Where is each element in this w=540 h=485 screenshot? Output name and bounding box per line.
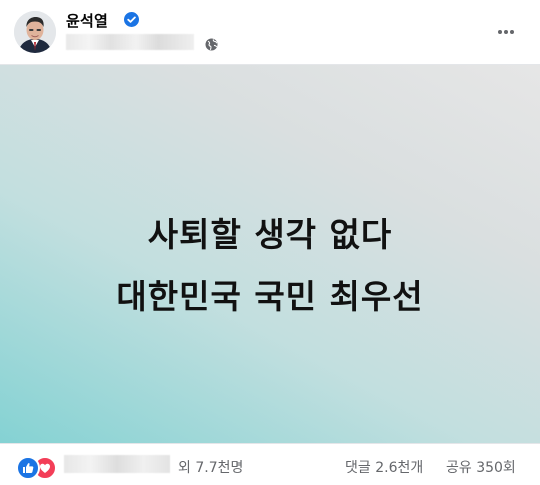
globe-icon[interactable]: [205, 36, 218, 51]
author-avatar[interactable]: [14, 11, 56, 53]
post-header: 윤석열: [0, 0, 540, 64]
more-options-icon[interactable]: [490, 18, 522, 46]
post-timestamp-redacted: [66, 34, 194, 50]
avatar-portrait: [14, 11, 56, 53]
reaction-count[interactable]: 외 7.7천명: [178, 457, 243, 477]
share-count[interactable]: 공유 350회: [446, 457, 516, 477]
like-icon[interactable]: [16, 456, 40, 480]
facebook-post: 윤석열 사퇴할 생각 없다 대한민국 국민 최우선 외 7.7천명 댓글 2.6…: [0, 0, 540, 485]
reactor-names-redacted: [64, 455, 170, 473]
headline-line-2: 대한민국 국민 최우선: [116, 277, 424, 316]
post-image[interactable]: 사퇴할 생각 없다 대한민국 국민 최우선: [0, 64, 540, 444]
author-name[interactable]: 윤석열: [66, 10, 108, 31]
verified-badge-icon: [124, 12, 139, 27]
post-footer: 외 7.7천명 댓글 2.6천개 공유 350회: [0, 444, 540, 485]
comment-count[interactable]: 댓글 2.6천개: [345, 457, 423, 477]
headline-line-1: 사퇴할 생각 없다: [147, 215, 393, 254]
